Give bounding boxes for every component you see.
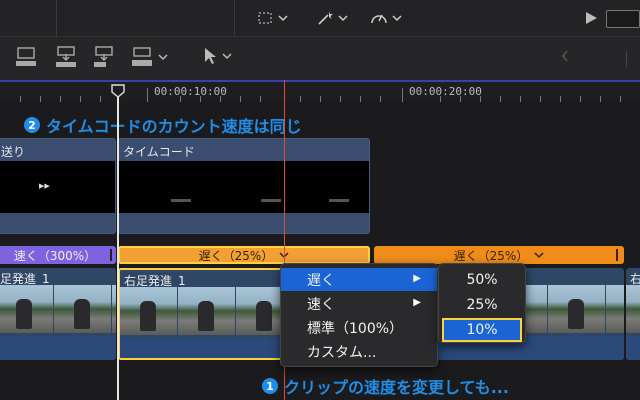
top-toolbar — [0, 0, 640, 36]
effects-menu-button[interactable] — [316, 10, 348, 26]
menu-item-slow[interactable]: 遅く ▶ — [281, 268, 437, 291]
viewer-box — [606, 10, 640, 28]
transform-menu-button[interactable] — [256, 10, 288, 26]
annotation-clip-speed: 1 クリップの速度を変更しても... — [262, 374, 509, 398]
timecode-label: 00:00:10:00 — [154, 85, 227, 98]
menu-item-label: 標準（100%） — [307, 320, 404, 337]
video-clip[interactable]: 足発進_1 — [0, 268, 116, 360]
timecode-label: 00:00:20:00 — [409, 85, 482, 98]
speed-bar-slow[interactable]: 遅く（25%） — [374, 246, 624, 264]
submenu-item-50[interactable]: 50% — [439, 268, 525, 292]
audio-waveform — [626, 336, 640, 360]
chevron-down-icon[interactable] — [534, 251, 544, 259]
connected-clip[interactable]: 送り ▶▶ — [0, 138, 116, 234]
menu-item-normal[interactable]: 標準（100%） — [281, 316, 437, 339]
slow-submenu: 50% 25% 10% — [438, 263, 526, 343]
select-tool-button[interactable] — [202, 47, 232, 65]
clip-thumbnail: ▶▶ — [0, 161, 115, 213]
play-icon — [586, 12, 597, 24]
speedometer-icon — [371, 14, 387, 24]
chevron-down-icon — [392, 15, 402, 22]
menu-item-label: 遅く — [307, 272, 335, 289]
menu-item-label: カスタム... — [307, 344, 377, 361]
insert-icon — [56, 46, 76, 67]
video-clip[interactable]: 右 — [626, 268, 640, 360]
annotation-speed-same: 2 タイムコードのカウント速度は同じ — [24, 113, 302, 137]
append-clip-button[interactable] — [92, 45, 116, 69]
clip-filmstrip — [0, 285, 116, 333]
chevron-down-icon — [158, 54, 168, 61]
chevron-down-icon — [278, 15, 288, 22]
transform-icon — [258, 12, 272, 24]
speed-label: 遅く（25%） — [198, 248, 274, 263]
speed-bar-fast[interactable]: 速く（300%） — [0, 246, 116, 264]
connect-icon — [16, 47, 36, 66]
clip-label: 送り — [1, 145, 26, 159]
chevron-left-icon — [562, 50, 568, 62]
submenu-arrow-icon: ▶ — [413, 297, 421, 308]
submenu-item-25[interactable]: 25% — [439, 293, 525, 317]
annotation-number: 2 — [24, 117, 40, 133]
speed-label: 速く（300%） — [13, 248, 97, 263]
overwrite-icon — [132, 47, 152, 66]
insert-clip-button[interactable] — [54, 45, 78, 69]
speed-label: 遅く（25%） — [453, 248, 529, 263]
edit-toolbar — [0, 36, 640, 80]
menu-item-fast[interactable]: 速く ▶ — [281, 292, 437, 315]
menu-item-custom[interactable]: カスタム... — [281, 340, 437, 363]
toolbar-divider — [234, 0, 235, 36]
clip-filmstrip — [626, 285, 640, 333]
playhead[interactable] — [117, 90, 119, 400]
submenu-item-10[interactable]: 10% — [442, 318, 522, 342]
menu-item-label: 速く — [307, 296, 335, 313]
arrow-pointer-icon — [205, 48, 216, 64]
annotation-text: タイムコードのカウント速度は同じ — [46, 117, 302, 136]
speed-menu-button[interactable] — [370, 10, 402, 26]
magic-wand-icon — [318, 11, 333, 25]
speed-context-menu: 遅く ▶ 速く ▶ 標準（100%） カスタム... — [280, 263, 438, 367]
audio-waveform — [0, 336, 116, 360]
connect-clip-button[interactable] — [14, 45, 38, 69]
speed-handle[interactable] — [110, 249, 112, 261]
chevron-down-icon — [222, 53, 232, 60]
clip-label: タイムコード — [123, 145, 195, 159]
clip-thumbnail — [119, 161, 369, 213]
speed-bar-slow-selected[interactable]: 遅く（25%） — [118, 246, 370, 264]
annotation-text: クリップの速度を変更しても... — [284, 378, 509, 397]
submenu-arrow-icon: ▶ — [413, 273, 421, 284]
append-icon — [94, 46, 113, 67]
overwrite-clip-button[interactable] — [130, 45, 168, 69]
play-glyph-icon: ▶▶ — [39, 182, 50, 190]
panel-edge — [626, 51, 640, 67]
play-button[interactable] — [584, 11, 598, 25]
chevron-down-icon — [338, 15, 348, 22]
playhead-handle-icon[interactable] — [111, 84, 125, 98]
timeline-ruler: 00:00:10:00 00:00:20:00 — [0, 80, 640, 102]
connected-clip-timecode[interactable]: タイムコード — [118, 138, 370, 234]
annotation-number: 1 — [262, 378, 278, 394]
back-button[interactable] — [560, 49, 570, 63]
toolbar-divider — [56, 0, 57, 36]
speed-handle[interactable] — [616, 249, 618, 261]
